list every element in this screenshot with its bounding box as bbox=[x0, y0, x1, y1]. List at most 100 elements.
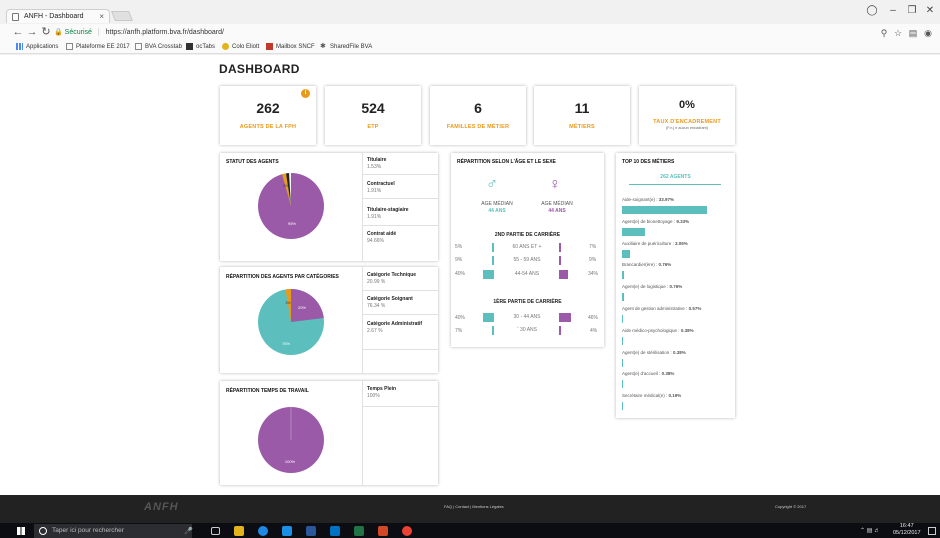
metier-name: Agent(e) de logistique bbox=[622, 284, 666, 290]
top10-item-label: Auxiliaire de puériculture : 3.05% bbox=[622, 241, 732, 246]
extension-icon[interactable]: ▤ bbox=[907, 27, 919, 39]
forward-icon[interactable]: → bbox=[26, 26, 38, 39]
top10-item-label: Aide-soignant(e) : 33.97% bbox=[622, 197, 732, 202]
item-label: Catégorie Soignant bbox=[367, 296, 413, 302]
bookmark-octabs[interactable]: ocTabs bbox=[186, 42, 215, 53]
star-icon[interactable]: ☆ bbox=[892, 27, 904, 39]
windows-start-icon[interactable] bbox=[17, 527, 25, 535]
male-icon: ♂ bbox=[486, 176, 498, 193]
card-title: RÉPARTITION TEMPS DE TRAVAIL bbox=[226, 388, 309, 394]
outlook-icon[interactable] bbox=[330, 526, 340, 536]
browser-tab-bar bbox=[0, 0, 940, 22]
item-value: 1.91% bbox=[367, 188, 382, 194]
card-title: RÉPARTITION DES AGENTS PAR CATÉGORIES bbox=[226, 274, 339, 280]
kpi-value: 524 bbox=[361, 100, 385, 116]
bookmarks-bar: Applications Plateforme EE 2017 BVA Cros… bbox=[0, 42, 940, 54]
top10-item: Agent(e) de bionettoyage : 9.33% bbox=[622, 219, 732, 239]
male-median-value: 44 ANS bbox=[488, 208, 506, 214]
bookmark-page-icon bbox=[135, 42, 142, 50]
bookmark-bva-crosstab[interactable]: BVA Crosstab bbox=[135, 42, 182, 53]
top10-bar bbox=[622, 293, 624, 302]
excel-icon[interactable] bbox=[354, 526, 364, 536]
file-explorer-icon[interactable] bbox=[234, 526, 244, 536]
chrome-icon[interactable] bbox=[258, 526, 268, 536]
item-label: Contrat aidé bbox=[367, 231, 397, 237]
footer-links[interactable]: FAQ | Contact | Mentions Légales bbox=[444, 504, 504, 509]
row-left-value: 5% bbox=[455, 244, 463, 250]
bookmark-applications[interactable]: Applications bbox=[16, 42, 58, 53]
statut-item: Titulaire 1.53% bbox=[367, 157, 386, 171]
agents-tab[interactable]: 262 AGENTS bbox=[616, 174, 735, 180]
age-range: 44-54 ANS bbox=[514, 271, 540, 277]
tray-icons[interactable]: ⌃ ▤ ♬ bbox=[860, 527, 880, 534]
female-icon: ♀ bbox=[549, 176, 561, 193]
item-divider bbox=[362, 290, 438, 291]
female-bar bbox=[559, 243, 561, 252]
powerpoint-icon[interactable] bbox=[378, 526, 388, 536]
bookmark-label: SharedFile BVA bbox=[330, 44, 373, 50]
search-placeholder: Taper ici pour rechercher bbox=[52, 527, 124, 534]
metier-value: 0.57% bbox=[688, 306, 702, 311]
top10-item-label: Agent(e) d'accueil : 0.38% bbox=[622, 371, 732, 376]
notifications-icon[interactable] bbox=[928, 527, 936, 535]
back-icon[interactable]: ← bbox=[12, 26, 24, 39]
zoom-icon[interactable]: ⚲ bbox=[878, 27, 890, 39]
item-divider bbox=[362, 225, 438, 226]
female-median-label: AGE MÉDIAN bbox=[541, 201, 573, 207]
bookmark-label: ocTabs bbox=[196, 44, 216, 50]
age-range: 60 ANS ET + bbox=[512, 244, 542, 250]
cortana-icon bbox=[39, 527, 47, 535]
metier-name: Secrétaire médical(e) bbox=[622, 393, 665, 399]
kpi-value: 0% bbox=[679, 99, 695, 111]
close-window-icon[interactable]: ✕ bbox=[920, 5, 940, 17]
row-right-value: 9% bbox=[589, 257, 597, 263]
kpi-card-encadrement: 0% TAUX D'ENCADREMENT (F.n.j e aucun enc… bbox=[639, 86, 735, 145]
bookmark-colo-eliott[interactable]: Colo Eliott bbox=[222, 42, 259, 53]
male-bar bbox=[483, 270, 494, 279]
top10-item-label: Aide médico-psychologique : 0.38% bbox=[622, 328, 732, 333]
male-bar bbox=[492, 243, 494, 252]
new-tab-button[interactable] bbox=[111, 11, 133, 21]
task-view-icon[interactable] bbox=[211, 527, 220, 535]
bookmark-plateforme[interactable]: Plateforme EE 2017 bbox=[66, 42, 130, 53]
browser-tab[interactable]: ANFH - Dashboard × bbox=[6, 9, 110, 23]
page-title: DASHBOARD bbox=[219, 62, 300, 76]
metier-value: 0.38% bbox=[680, 327, 694, 333]
bookmark-mailbox-sncf[interactable]: Mailbox SNCF bbox=[266, 42, 315, 53]
statut-card: STATUT DES AGENTS 95% 2% Titulaire 1.53% … bbox=[220, 153, 438, 261]
first-career-rows: 40% 30 - 44 ANS 46% 7% ˆ 30 ANS 4% bbox=[451, 313, 604, 339]
reload-icon[interactable]: ↻ bbox=[40, 26, 52, 39]
word-icon[interactable] bbox=[306, 526, 316, 536]
colo-icon bbox=[222, 42, 229, 50]
bookmark-label: Applications bbox=[26, 44, 59, 50]
categorie-item: Catégorie Soignant 76.34 % bbox=[367, 296, 413, 310]
taskbar-search-box[interactable]: Taper ici pour rechercher 🎤 bbox=[34, 524, 193, 538]
tab-close-icon[interactable]: × bbox=[99, 10, 104, 23]
pie-label-purple: 20% bbox=[298, 305, 306, 310]
taskbar-clock[interactable]: 16:47 05/12/2017 bbox=[893, 523, 921, 537]
kpi-card-familles: 6 FAMILLES DE MÉTIER bbox=[430, 86, 526, 145]
top10-item: Agent(e) de logistique : 0.76% bbox=[622, 284, 732, 304]
item-divider bbox=[362, 174, 438, 175]
card-divider bbox=[362, 267, 363, 373]
metier-value: 9.33% bbox=[676, 218, 690, 224]
microphone-icon[interactable]: 🎤 bbox=[184, 527, 193, 535]
kpi-value: 11 bbox=[574, 100, 590, 116]
address-separator: | bbox=[97, 29, 100, 36]
bookmark-sharedfile[interactable]: ✱ SharedFile BVA bbox=[320, 42, 372, 53]
kpi-label: MÉTIERS bbox=[569, 124, 595, 130]
pie-label-main: 95% bbox=[288, 221, 296, 226]
info-icon[interactable]: i bbox=[301, 89, 310, 98]
temps-card: RÉPARTITION TEMPS DE TRAVAIL 100% Temps … bbox=[220, 381, 438, 485]
categories-card: RÉPARTITION DES AGENTS PAR CATÉGORIES 76… bbox=[220, 267, 438, 373]
profile-icon[interactable]: ◯ bbox=[862, 5, 882, 17]
categories-pie-chart: 76% 20% 3% bbox=[258, 288, 324, 355]
chrome-active-icon[interactable] bbox=[402, 526, 412, 536]
item-divider bbox=[362, 314, 438, 315]
address-bar[interactable]: 🔒 Sécurisé | https://anfh.platform.bva.f… bbox=[54, 26, 854, 40]
camera-icon[interactable]: ◉ bbox=[922, 27, 934, 39]
restore-icon[interactable]: ❐ bbox=[902, 5, 922, 17]
minimize-icon[interactable]: – bbox=[883, 5, 903, 17]
top10-list: Aide-soignant(e) : 33.97% Agent(e) de bio… bbox=[622, 197, 732, 412]
edge-icon[interactable] bbox=[282, 526, 292, 536]
